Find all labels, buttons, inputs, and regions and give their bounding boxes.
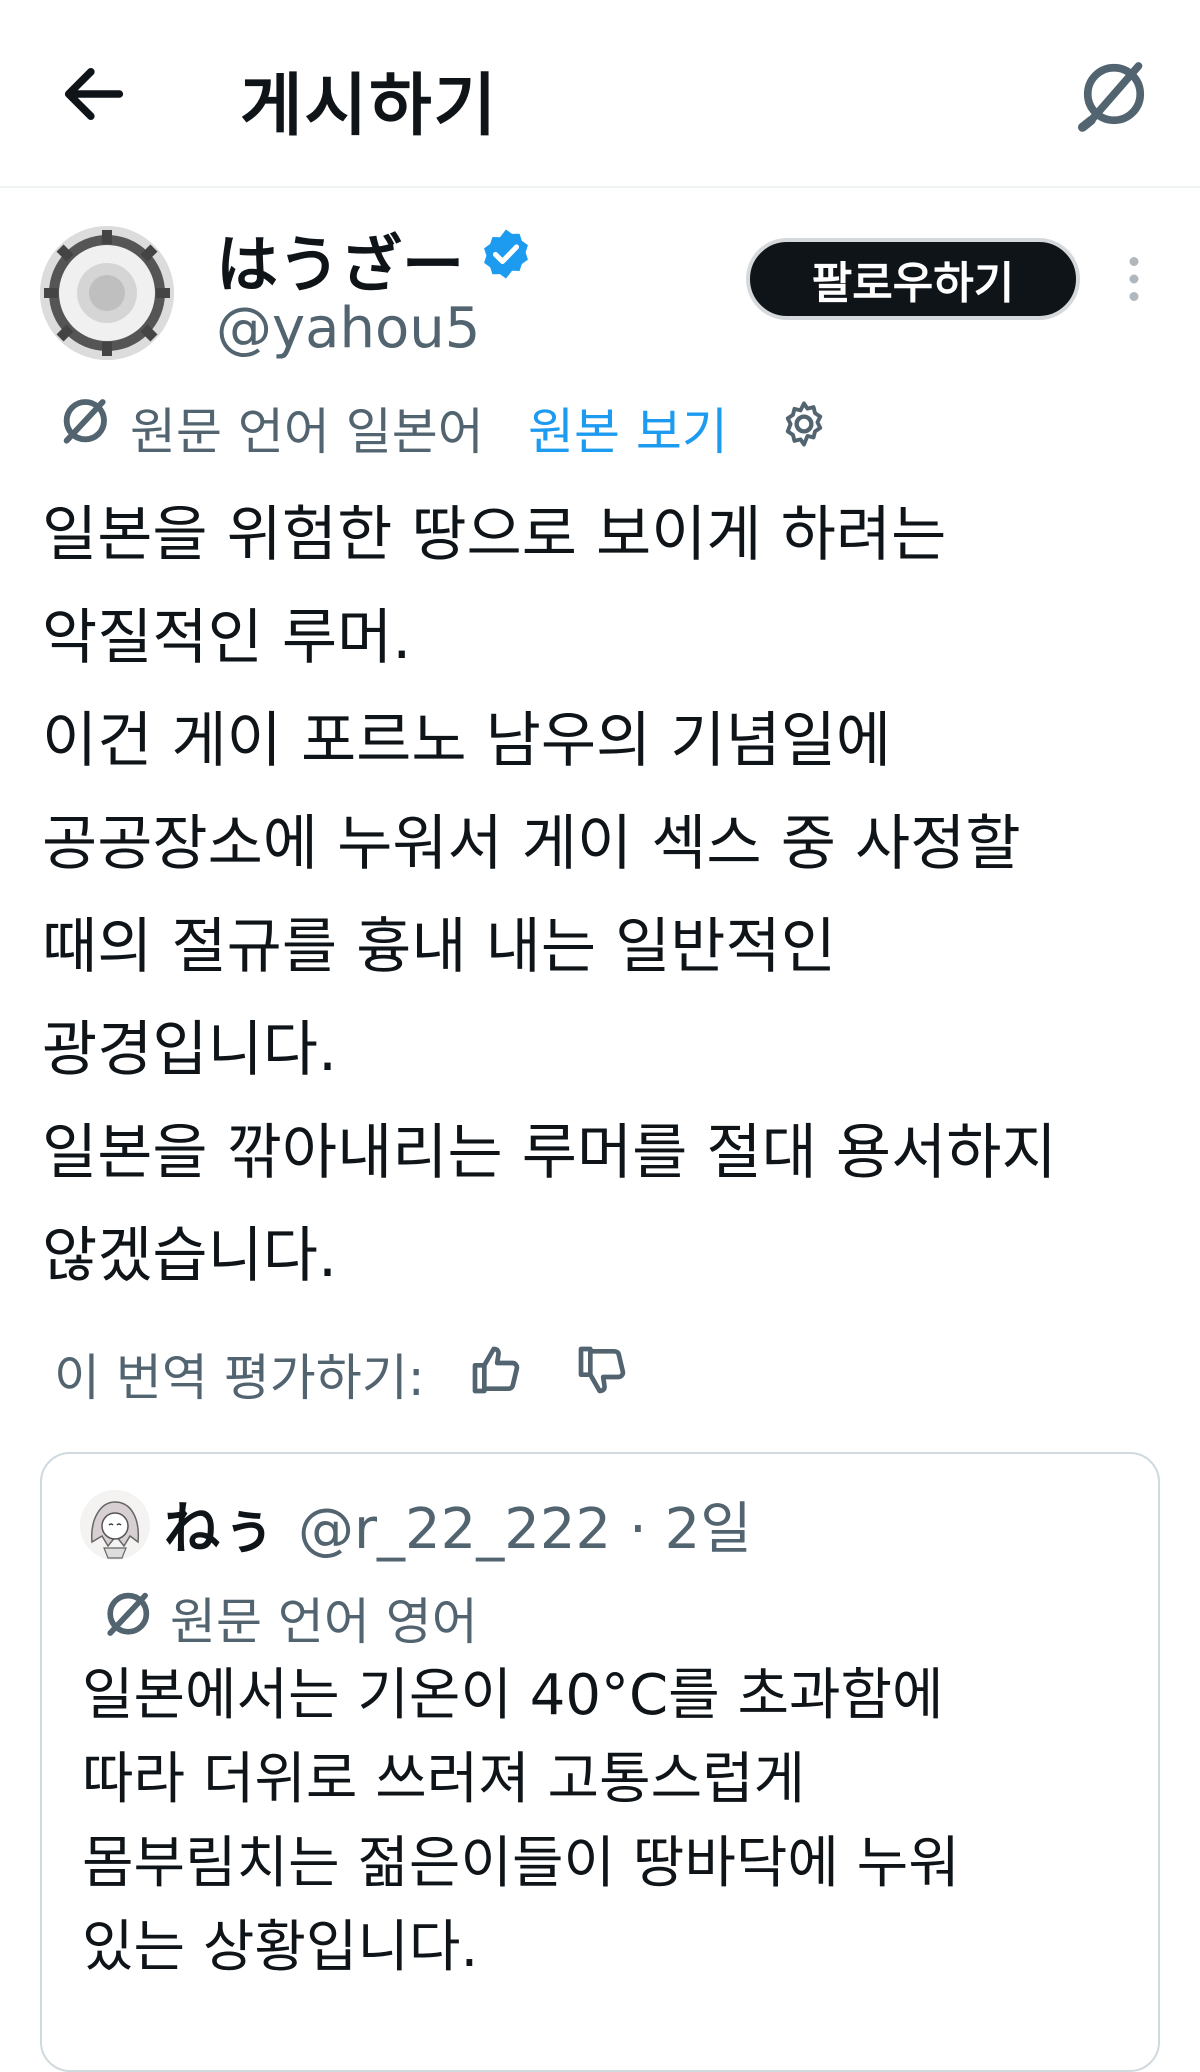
rate-translation-label: 이 번역 평가하기: [54, 1349, 425, 1407]
post-line: 때의 절규를 흉내 내는 일반적인 [42, 912, 836, 982]
author-handle[interactable]: @yahou5 [216, 296, 480, 361]
avatar[interactable] [40, 226, 174, 360]
quoted-avatar-image [80, 1490, 150, 1560]
quoted-post-text: 일본에서는 기온이 40°C를 초과함에 따라 더위로 쓰러져 고통스럽게 몸부… [82, 1654, 1142, 1990]
quoted-translation-label: 원문 언어 영어 [170, 1593, 478, 1651]
post-text: 일본을 위험한 땅으로 보이게 하려는 악질적인 루머. 이건 게이 포르노 남… [42, 484, 1172, 1308]
post-line: 공공장소에 누워서 게이 섹스 중 사정할 [42, 809, 1021, 879]
post-line: 일본을 위험한 땅으로 보이게 하려는 [42, 500, 947, 570]
post-line: 악질적인 루머. [42, 603, 412, 673]
thumbs-up-icon[interactable] [468, 1342, 524, 1398]
arrow-left-icon[interactable] [56, 56, 132, 132]
post-line: 일본을 깎아내리는 루머를 절대 용서하지 [42, 1118, 1057, 1188]
quoted-line: 일본에서는 기온이 40°C를 초과함에 [82, 1663, 944, 1728]
quoted-line: 몸부림치는 젊은이들이 땅바닥에 누워 [82, 1831, 960, 1896]
quoted-post-card[interactable]: ねぅ @r_22_222 · 2일 원문 언어 영어 일본에서는 기온이 40°… [40, 1452, 1160, 2072]
page-title: 게시하기 [240, 67, 499, 146]
follow-button[interactable]: 팔로우하기 [746, 238, 1080, 320]
post-line: 이건 게이 포르노 남우의 기념일에 [42, 706, 892, 776]
more-options-icon[interactable] [1114, 254, 1154, 304]
gear-icon[interactable] [778, 398, 830, 450]
translate-icon[interactable] [1072, 52, 1156, 136]
post-line: 않겠습니다. [42, 1221, 338, 1291]
quoted-handle-time[interactable]: @r_22_222 · 2일 [298, 1484, 752, 1565]
thumbs-down-icon[interactable] [574, 1342, 630, 1398]
top-bar: 게시하기 [0, 0, 1200, 188]
quoted-line: 있는 상황입니다. [82, 1915, 479, 1980]
quoted-display-name[interactable]: ねぅ [164, 1484, 276, 1565]
show-original-link[interactable]: 원본 보기 [528, 392, 728, 464]
verified-badge-icon [484, 229, 528, 279]
quoted-line: 따라 더위로 쓰러져 고통스럽게 [82, 1747, 806, 1812]
translation-source-label: 원문 언어 일본어 [130, 403, 484, 461]
author-display-name[interactable]: はうざー [216, 214, 464, 304]
translate-icon [63, 399, 107, 444]
post-line: 광경입니다. [42, 1015, 338, 1085]
translate-icon [107, 1592, 150, 1636]
quoted-avatar[interactable] [80, 1490, 150, 1560]
avatar-image [40, 226, 174, 360]
